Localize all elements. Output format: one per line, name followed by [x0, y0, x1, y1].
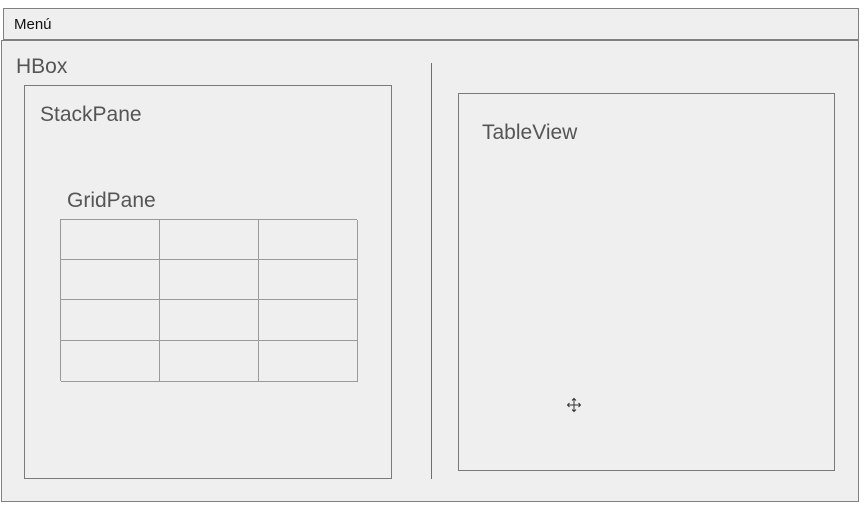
gridpane-label: GridPane	[67, 189, 156, 212]
hbox-divider	[431, 63, 432, 479]
grid-cell	[160, 260, 259, 300]
stackpane-label: StackPane	[40, 103, 142, 126]
move-cursor-icon	[566, 397, 582, 413]
grid-cell	[61, 341, 160, 382]
gridpane-grid	[60, 219, 358, 382]
grid-cell	[160, 300, 259, 341]
tableview-label: TableView	[482, 121, 578, 144]
grid-cell	[259, 300, 358, 341]
menu-bar[interactable]: Menú	[3, 8, 859, 40]
tableview-box: TableView	[458, 93, 835, 471]
hbox-label: HBox	[16, 55, 68, 78]
grid-cell	[160, 220, 259, 260]
grid-cell	[259, 260, 358, 300]
hbox-container: HBox StackPane GridPane TableView	[1, 40, 859, 502]
grid-cell	[61, 220, 160, 260]
grid-cell	[259, 341, 358, 382]
menu-label[interactable]: Menú	[14, 16, 52, 33]
stackpane-box: StackPane GridPane	[24, 85, 392, 479]
grid-cell	[61, 300, 160, 341]
grid-cell	[259, 220, 358, 260]
grid-cell	[61, 260, 160, 300]
grid-cell	[160, 341, 259, 382]
